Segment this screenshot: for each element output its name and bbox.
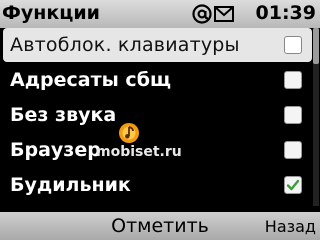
mobiset-logo-icon [119, 123, 139, 143]
list-item-msg-recipients[interactable]: Адресаты сбщ [3, 63, 312, 97]
status-indicators [192, 3, 234, 25]
list-item-label: Автоблок. клавиатуры [10, 34, 240, 56]
checkbox[interactable] [284, 71, 302, 89]
envelope-icon [214, 6, 234, 22]
back-softkey[interactable]: Назад [265, 215, 316, 239]
scrollbar-thumb[interactable] [313, 28, 319, 64]
screen-title: Функции [2, 2, 100, 24]
watermark: mobiset.ru [96, 122, 216, 174]
checkbox[interactable] [284, 106, 302, 124]
list-item-label: Адресаты сбщ [10, 69, 171, 91]
softkey-bar: Отметить Назад [0, 212, 320, 240]
functions-list: Автоблок. клавиатуры Адресаты сбщ Без зв… [0, 28, 320, 203]
scrollbar[interactable] [313, 28, 319, 206]
checkbox-checked[interactable] [284, 176, 302, 194]
list-item-label: Браузер [10, 139, 101, 161]
list-item-keylock[interactable]: Автоблок. клавиатуры [3, 28, 312, 62]
checkmark-icon [286, 179, 300, 191]
checkbox[interactable] [284, 141, 302, 159]
watermark-text: mobiset.ru [96, 144, 182, 160]
at-sign-icon [192, 4, 212, 24]
checkbox[interactable] [284, 36, 302, 54]
clock: 01:39 [255, 2, 316, 24]
status-bar: Функции 01:39 [0, 0, 320, 28]
